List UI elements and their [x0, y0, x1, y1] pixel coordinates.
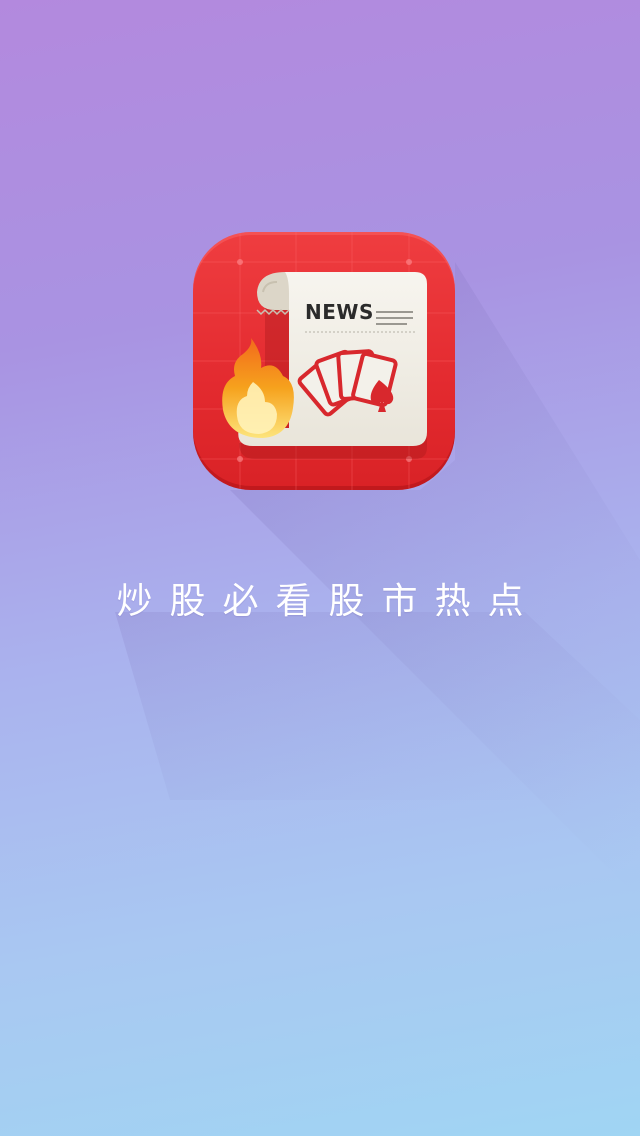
newspaper-illustration [222, 272, 427, 459]
slogan-text: 炒股必看股市热点 [116, 581, 541, 622]
app-icon: NEWS [193, 232, 455, 490]
news-label: NEWS [305, 300, 374, 324]
long-shadow [115, 262, 640, 900]
